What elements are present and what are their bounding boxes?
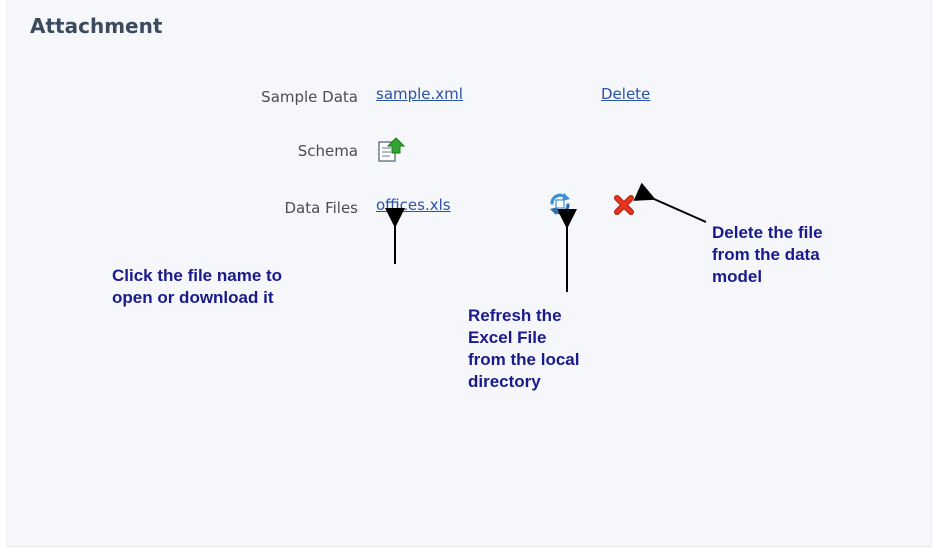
- delete-arrow: [633, 182, 707, 223]
- attachment-panel: Attachment Sample Data sample.xml Delete…: [6, 0, 932, 547]
- callout-arrows: [385, 182, 707, 292]
